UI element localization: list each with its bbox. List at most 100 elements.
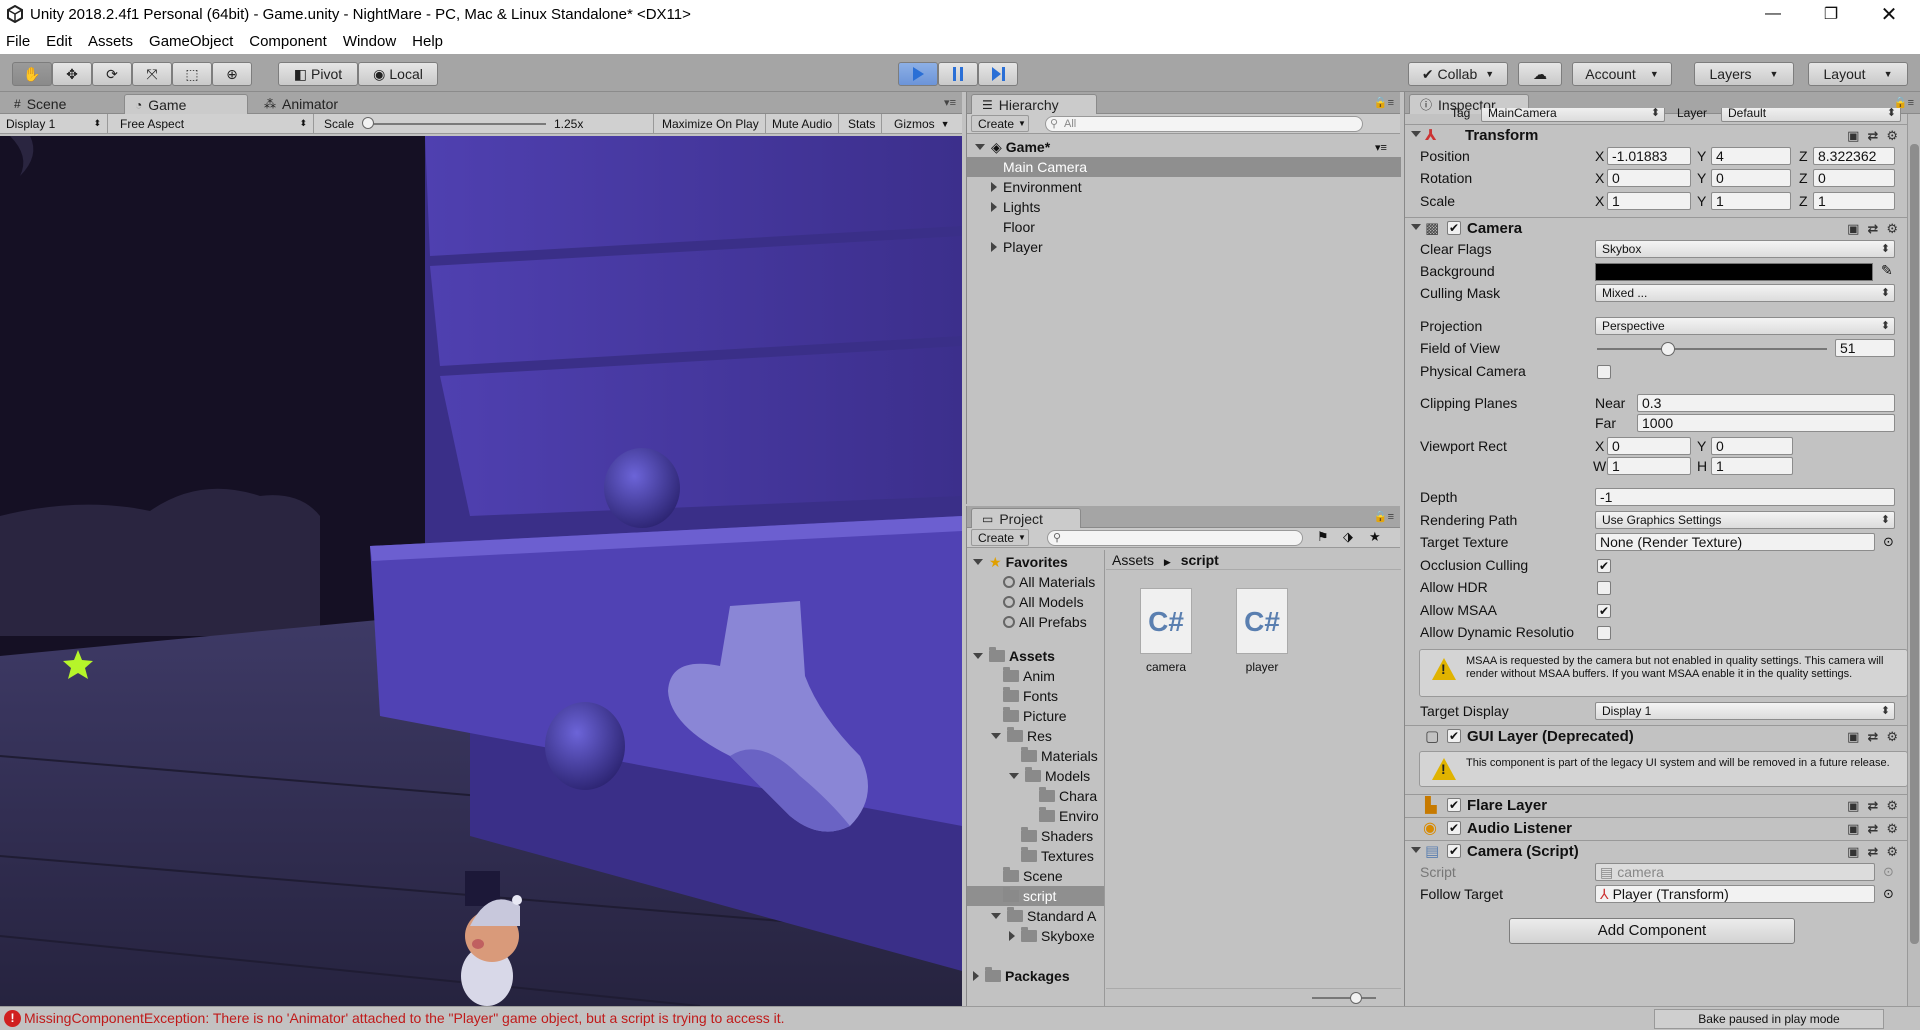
lock-icon[interactable]: 🔒≡	[1374, 510, 1394, 523]
audio-listener-header[interactable]: ◉ ✔ Audio Listener ▣⇄⚙	[1405, 817, 1920, 839]
project-folder-fonts[interactable]: Fonts	[1003, 686, 1058, 706]
menu-assets[interactable]: Assets	[88, 33, 133, 50]
eyedropper-icon[interactable]: ✎	[1881, 262, 1893, 279]
maximize-button[interactable]: ❐	[1802, 0, 1860, 28]
maximize-on-play-toggle[interactable]: Maximize On Play	[656, 114, 766, 133]
project-folder-skyboxe[interactable]: Skyboxe	[1009, 926, 1095, 946]
project-folder-enviro[interactable]: Enviro	[1039, 806, 1099, 826]
cloud-button[interactable]: ☁	[1518, 62, 1562, 86]
camera-enabled-checkbox[interactable]: ✔	[1447, 221, 1461, 235]
hierarchy-item-floor[interactable]: Floor	[1003, 217, 1035, 237]
expand-arrow-icon[interactable]	[991, 733, 1001, 739]
label-tag-icon[interactable]: ⬗	[1343, 529, 1353, 545]
menu-edit[interactable]: Edit	[46, 33, 72, 50]
breadcrumb-assets[interactable]: Assets	[1112, 552, 1154, 568]
project-folder-anim[interactable]: Anim	[1003, 666, 1055, 686]
physical-camera-checkbox[interactable]	[1597, 365, 1611, 379]
scale-x-field[interactable]: 1	[1607, 192, 1691, 210]
scale-tool-button[interactable]: ⤧	[132, 62, 172, 86]
menu-component[interactable]: Component	[249, 33, 327, 50]
tab-hierarchy[interactable]: ☰ Hierarchy	[971, 94, 1097, 114]
collab-dropdown[interactable]: ✔ Collab ▼	[1408, 62, 1508, 86]
fov-field[interactable]: 51	[1835, 339, 1895, 357]
scale-y-field[interactable]: 1	[1711, 192, 1791, 210]
file-player[interactable]: C# player	[1232, 588, 1292, 674]
scale-z-field[interactable]: 1	[1813, 192, 1895, 210]
favorite-all-materials[interactable]: All Materials	[1003, 572, 1095, 592]
hierarchy-item-player[interactable]: Player	[991, 237, 1043, 257]
expand-arrow-icon[interactable]	[991, 202, 997, 212]
viewport-y-field[interactable]: 0	[1711, 437, 1793, 455]
aspect-dropdown[interactable]: Free Aspect ⬍	[114, 114, 314, 133]
breadcrumb-script[interactable]: script	[1181, 552, 1219, 568]
hierarchy-item-lights[interactable]: Lights	[991, 197, 1040, 217]
position-x-field[interactable]: -1.01883	[1607, 147, 1691, 165]
account-dropdown[interactable]: Account ▼	[1572, 62, 1672, 86]
expand-arrow-icon[interactable]	[973, 559, 983, 565]
expand-arrow-icon[interactable]	[975, 144, 985, 150]
follow-target-field[interactable]: ⅄ Player (Transform)	[1595, 885, 1875, 903]
component-actions[interactable]: ▣⇄⚙	[1847, 821, 1906, 837]
expand-arrow-icon[interactable]	[991, 913, 1001, 919]
rotation-y-field[interactable]: 0	[1711, 169, 1791, 187]
move-tool-button[interactable]: ✥	[52, 62, 92, 86]
transform-tool-button[interactable]: ⊕	[212, 62, 252, 86]
rotation-x-field[interactable]: 0	[1607, 169, 1691, 187]
project-folder-chara[interactable]: Chara	[1039, 786, 1097, 806]
favorites-section[interactable]: ★ Favorites	[973, 552, 1068, 572]
msaa-checkbox[interactable]: ✔	[1597, 604, 1611, 618]
play-button[interactable]	[898, 62, 938, 86]
expand-arrow-icon[interactable]	[1411, 131, 1421, 137]
project-folder-picture[interactable]: Picture	[1003, 706, 1067, 726]
menu-help[interactable]: Help	[412, 33, 443, 50]
near-field[interactable]: 0.3	[1637, 394, 1895, 412]
object-picker-icon[interactable]: ⊙	[1883, 534, 1894, 550]
camera-script-header[interactable]: ▤ ✔ Camera (Script) ▣⇄⚙	[1405, 840, 1920, 862]
gizmos-dropdown[interactable]: Gizmos ▼	[888, 114, 956, 133]
layout-dropdown[interactable]: Layout ▼	[1808, 62, 1908, 86]
occlusion-checkbox[interactable]: ✔	[1597, 559, 1611, 573]
lock-icon[interactable]: 🔒≡	[1374, 96, 1394, 109]
object-picker-icon[interactable]: ⊙	[1883, 886, 1894, 902]
project-folder-materials[interactable]: Materials	[1021, 746, 1098, 766]
viewport-x-field[interactable]: 0	[1607, 437, 1691, 455]
project-folder-shaders[interactable]: Shaders	[1021, 826, 1093, 846]
camera-header[interactable]: ▩ ✔ Camera ▣⇄⚙	[1405, 217, 1920, 239]
flare-layer-enabled-checkbox[interactable]: ✔	[1447, 798, 1461, 812]
status-bar[interactable]: ! MissingComponentException: There is no…	[0, 1006, 1920, 1030]
menu-gameobject[interactable]: GameObject	[149, 33, 233, 50]
inspector-scrollbar[interactable]	[1907, 114, 1920, 1006]
favorite-all-prefabs[interactable]: All Prefabs	[1003, 612, 1087, 632]
project-folder-res[interactable]: Res	[991, 726, 1052, 746]
project-folder-textures[interactable]: Textures	[1021, 846, 1094, 866]
clear-flags-dropdown[interactable]: Skybox	[1595, 240, 1895, 258]
error-message[interactable]: MissingComponentException: There is no '…	[24, 1010, 785, 1026]
audio-listener-enabled-checkbox[interactable]: ✔	[1447, 821, 1461, 835]
layer-dropdown[interactable]: Default	[1721, 108, 1901, 122]
component-actions[interactable]: ▣⇄⚙	[1847, 128, 1906, 144]
project-folder-scene[interactable]: Scene	[1003, 866, 1063, 886]
background-color-field[interactable]	[1595, 263, 1873, 281]
rotation-z-field[interactable]: 0	[1813, 169, 1895, 187]
close-window-button[interactable]: ✕	[1860, 0, 1918, 28]
flare-layer-header[interactable]: ▙ ✔ Flare Layer ▣⇄⚙	[1405, 794, 1920, 816]
component-actions[interactable]: ▣⇄⚙	[1847, 221, 1906, 237]
project-folder-script[interactable]: script	[967, 886, 1104, 906]
target-display-dropdown[interactable]: Display 1	[1595, 702, 1895, 720]
fov-slider-thumb[interactable]	[1661, 342, 1676, 356]
target-texture-field[interactable]: None (Render Texture)	[1595, 533, 1875, 551]
transform-header[interactable]: ⅄ Transform ▣⇄⚙	[1405, 124, 1920, 146]
icon-size-slider[interactable]	[1350, 992, 1362, 1004]
position-z-field[interactable]: 8.322362	[1813, 147, 1895, 165]
tab-animator[interactable]: ⁂ Animator	[254, 94, 348, 114]
expand-arrow-icon[interactable]	[1009, 931, 1015, 941]
pivot-toggle[interactable]: ◧ Pivot	[278, 62, 358, 86]
depth-field[interactable]: -1	[1595, 488, 1895, 506]
scene-root[interactable]: ◈ Game* ▾≡	[975, 137, 1387, 157]
scale-slider-thumb[interactable]	[362, 117, 374, 129]
expand-arrow-icon[interactable]	[1411, 847, 1421, 853]
project-search-input[interactable]: ⚲	[1047, 530, 1303, 546]
scale-slider[interactable]: Scale 1.25x	[318, 114, 654, 133]
tab-project[interactable]: ▭ Project	[971, 508, 1081, 528]
hierarchy-item-main-camera[interactable]: Main Camera	[967, 157, 1401, 177]
